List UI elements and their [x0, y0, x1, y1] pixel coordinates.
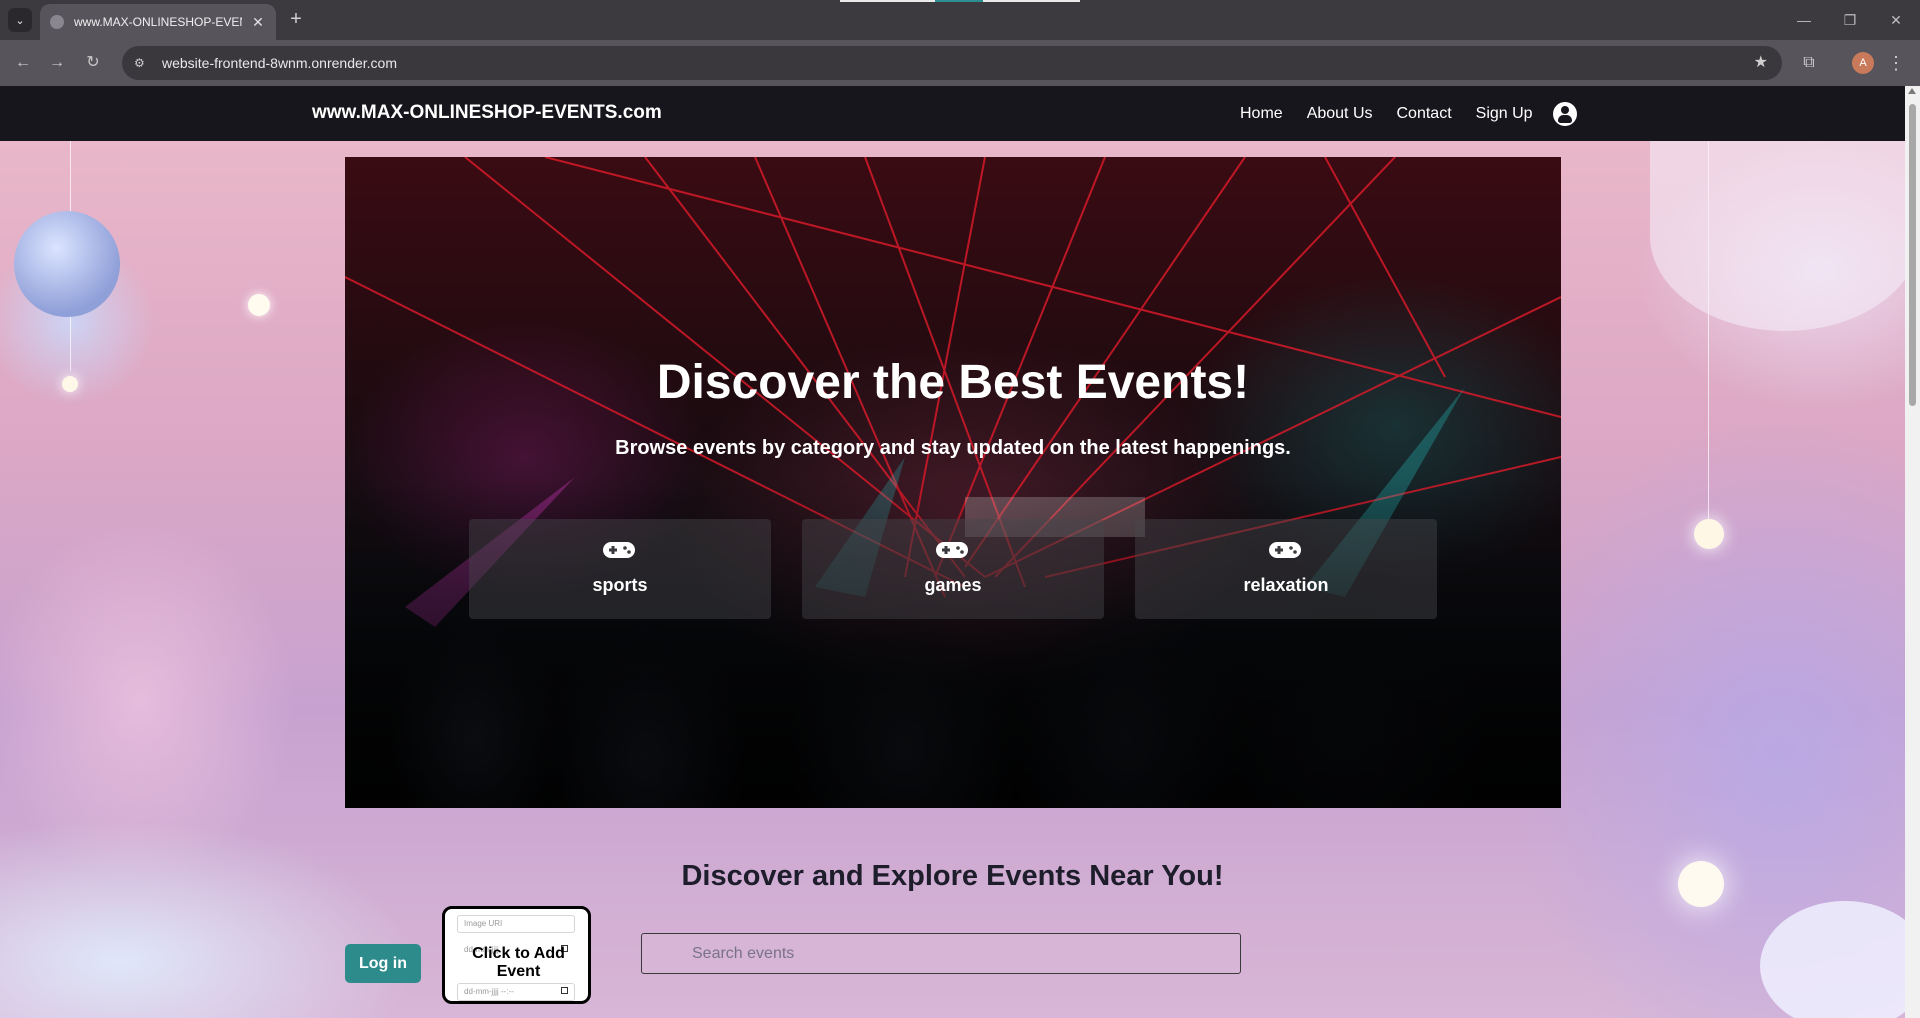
datetime-placeholder: dd-mm-jjjj --:-- [464, 987, 514, 996]
user-account-icon[interactable] [1552, 101, 1577, 126]
search-input[interactable] [642, 934, 1240, 973]
nav-contact-link[interactable]: Contact [1397, 105, 1452, 123]
window-close-icon[interactable]: ✕ [1882, 6, 1910, 34]
restore-icon[interactable]: ❐ [1836, 6, 1864, 34]
new-tab-plus-icon[interactable]: + [284, 8, 308, 32]
window-drag-indicator-accent [935, 0, 983, 2]
extensions-puzzle-icon[interactable]: ⧉ [1796, 50, 1822, 76]
nav-signup-link[interactable]: Sign Up [1476, 105, 1533, 123]
login-button[interactable]: Log in [345, 944, 421, 983]
page-scrollbar[interactable] [1905, 86, 1920, 1018]
browser-tab[interactable]: www.MAX-ONLINESHOP-EVEN ✕ [40, 4, 276, 40]
nav-home-link[interactable]: Home [1240, 105, 1283, 123]
forward-arrow-icon[interactable]: → [44, 50, 70, 76]
address-bar[interactable]: ⚙ website-frontend-8wnm.onrender.com ★ [122, 46, 1782, 80]
gamepad-icon [936, 542, 968, 558]
category-label: games [924, 575, 982, 595]
gamepad-icon [1269, 542, 1301, 558]
site-settings-icon[interactable]: ⚙ [134, 56, 154, 70]
nav-about-link[interactable]: About Us [1307, 105, 1373, 123]
scroll-up-arrow-icon[interactable] [1908, 88, 1916, 94]
decor-sphere [1760, 901, 1905, 1018]
decor-sphere [1650, 141, 1905, 331]
decor-orb [14, 211, 120, 317]
url-text: website-frontend-8wnm.onrender.com [162, 55, 398, 71]
decor-light [1694, 519, 1724, 549]
site-navbar: www.MAX-ONLINESHOP-EVENTS.com Home About… [0, 86, 1905, 141]
hero-title: Discover the Best Events! [656, 356, 1250, 409]
page-viewport: www.MAX-ONLINESHOP-EVENTS.com Home About… [0, 86, 1905, 1018]
gamepad-icon [603, 542, 635, 558]
hero-subtitle: Browse events by category and stay updat… [615, 437, 1291, 459]
bookmark-star-icon[interactable]: ★ [1754, 52, 1768, 72]
calendar-icon[interactable] [561, 987, 568, 994]
minimize-icon[interactable]: — [1790, 6, 1818, 34]
hero-banner: Discover the Best Events! Browse events … [345, 157, 1561, 808]
browser-menu-icon[interactable]: ⋮ [1886, 50, 1906, 76]
category-card-sports[interactable]: sports [469, 519, 771, 619]
search-events-box[interactable] [641, 933, 1241, 974]
add-event-card[interactable]: Image URI dd-mm-jjjj Click to Add Event … [442, 906, 591, 1004]
close-icon[interactable]: ✕ [250, 14, 266, 31]
favicon-icon [50, 15, 64, 29]
scrollbar-thumb[interactable] [1909, 104, 1916, 406]
category-card-games[interactable]: games [802, 519, 1104, 619]
decor-light [62, 376, 78, 392]
reload-icon[interactable]: ↻ [80, 50, 106, 76]
tab-title: www.MAX-ONLINESHOP-EVEN [74, 15, 242, 29]
browser-tab-strip: ⌄ www.MAX-ONLINESHOP-EVEN ✕ + — ❐ ✕ [0, 0, 1920, 40]
decor-light [248, 294, 270, 316]
profile-avatar[interactable]: A [1852, 52, 1874, 74]
datetime-field[interactable]: dd-mm-jjjj --:-- [457, 983, 575, 1001]
back-arrow-icon[interactable]: ← [10, 50, 36, 76]
section-title: Discover and Explore Events Near You! [681, 860, 1224, 892]
category-card-relaxation[interactable]: relaxation [1135, 519, 1437, 619]
add-event-label: Click to Add Event [472, 945, 565, 980]
nav-links: Home About Us Contact Sign Up [1240, 86, 1577, 141]
browser-toolbar: ← → ↻ ⚙ website-frontend-8wnm.onrender.c… [0, 40, 1920, 86]
category-label: sports [592, 575, 648, 595]
image-url-field[interactable]: Image URI [457, 915, 575, 933]
site-brand[interactable]: www.MAX-ONLINESHOP-EVENTS.com [312, 102, 662, 124]
category-label: relaxation [1243, 575, 1329, 595]
tab-search-chevron-icon[interactable]: ⌄ [8, 8, 32, 32]
